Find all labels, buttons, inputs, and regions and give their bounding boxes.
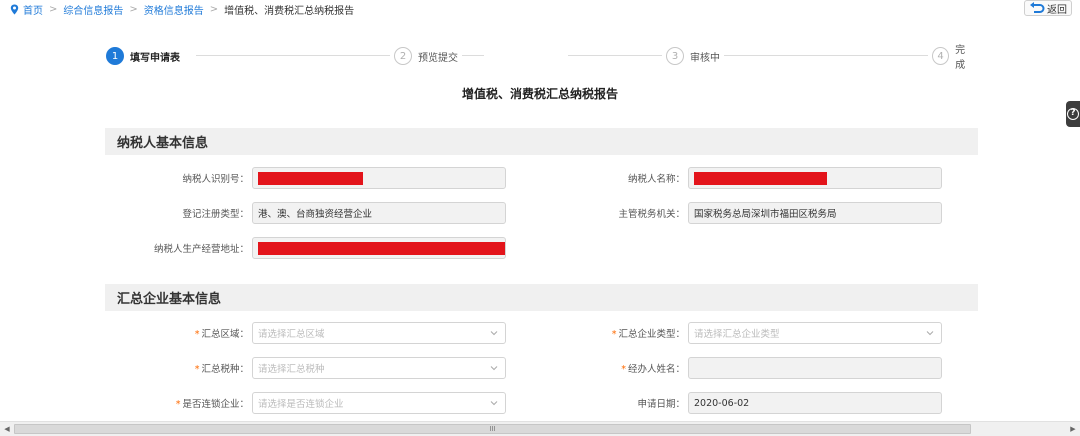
- apply-date-field: 申请日期： 2020-06-02: [560, 392, 942, 414]
- handler-name-input[interactable]: [688, 357, 942, 379]
- apply-date-label: 申请日期：: [637, 399, 685, 410]
- help-button[interactable]: ?: [1066, 101, 1080, 127]
- chevron-down-icon: [490, 401, 498, 406]
- required-mark: *: [621, 364, 626, 375]
- company-type-label: * 汇总企业类型：: [611, 329, 685, 340]
- chain-company-placeholder: 请选择是否连锁企业: [258, 399, 344, 410]
- chain-company-select[interactable]: 请选择是否连锁企业: [252, 392, 506, 414]
- taxpayer-name-field: 纳税人名称：: [560, 167, 942, 189]
- breadcrumb-separator: >: [209, 3, 219, 15]
- address-label: 纳税人生产经营地址：: [153, 244, 249, 255]
- help-icon: ?: [1067, 108, 1079, 120]
- back-button-label: 返回: [1047, 4, 1067, 16]
- reg-type-field: 登记注册类型： 港、澳、台商独资经营企业: [105, 202, 506, 224]
- form-title: 增值税、消费税汇总纳税报告: [461, 87, 618, 101]
- taxpayer-name-input[interactable]: [688, 167, 942, 189]
- step-label: 预览提交: [418, 52, 458, 64]
- step-number: 3: [666, 47, 684, 65]
- section-header-basic-info: 纳税人基本信息: [105, 128, 978, 155]
- redaction-bar: [258, 241, 505, 255]
- taxpayer-id-field: 纳税人识别号：: [105, 167, 506, 189]
- section-header-summary-info: 汇总企业基本信息: [105, 284, 978, 311]
- tax-authority-input[interactable]: 国家税务总局深圳市福田区税务局: [688, 202, 942, 224]
- reg-type-input[interactable]: 港、澳、台商独资经营企业: [252, 202, 506, 224]
- scroll-left-arrow-icon[interactable]: ◀: [0, 424, 14, 434]
- scroll-right-arrow-icon[interactable]: ▶: [1066, 424, 1080, 434]
- tax-type-label: * 汇总税种：: [194, 364, 249, 375]
- required-mark: *: [194, 329, 200, 340]
- step-label: 填写申请表: [130, 52, 180, 64]
- chevron-down-icon: [926, 331, 934, 336]
- horizontal-scrollbar[interactable]: ◀ III ▶: [0, 421, 1080, 436]
- step-label: 完成: [955, 45, 966, 71]
- step-complete: 4 完成: [928, 45, 978, 71]
- company-type-field: * 汇总企业类型： 请选择汇总企业类型: [560, 322, 942, 344]
- tax-authority-field: 主管税务机关： 国家税务总局深圳市福田区税务局: [560, 202, 942, 224]
- redaction-bar: [258, 171, 363, 185]
- tax-authority-label: 主管税务机关：: [618, 209, 685, 220]
- handler-name-field: * 经办人姓名：: [560, 357, 942, 379]
- scrollbar-thumb[interactable]: III: [14, 424, 971, 434]
- redaction-bar: [694, 171, 827, 185]
- taxpayer-name-label: 纳税人名称：: [627, 174, 685, 185]
- breadcrumb-comprehensive-report-link[interactable]: 综合信息报告: [63, 2, 123, 17]
- breadcrumb-current: 增值税、消费税汇总纳税报告: [224, 5, 355, 17]
- chain-company-field: * 是否连锁企业： 请选择是否连锁企业: [105, 392, 506, 414]
- breadcrumb-separator: >: [49, 3, 58, 15]
- step-preview-submit: 2 预览提交: [390, 46, 462, 66]
- required-mark: *: [194, 364, 200, 375]
- location-pin-icon: [10, 4, 19, 14]
- summary-region-field: * 汇总区域： 请选择汇总区域: [105, 322, 506, 344]
- back-button[interactable]: 返回: [1024, 0, 1072, 16]
- breadcrumb-bar: 首页 > 综合信息报告 > 资格信息报告 > 增值税、消费税汇总纳税报告 返回: [0, 0, 1080, 18]
- progress-stepper: 1 填写申请表 2 预览提交 3 审核中 4 完成: [106, 45, 978, 71]
- apply-date-input[interactable]: 2020-06-02: [688, 392, 942, 414]
- required-mark: *: [175, 399, 181, 410]
- breadcrumb-home-link[interactable]: 首页: [23, 2, 43, 17]
- summary-region-placeholder: 请选择汇总区域: [258, 329, 325, 340]
- step-connector: [726, 55, 930, 56]
- return-arrow-icon: [1030, 2, 1045, 13]
- taxpayer-id-label: 纳税人识别号：: [182, 174, 249, 185]
- chain-company-label: * 是否连锁企业：: [175, 399, 249, 410]
- summary-region-label: * 汇总区域：: [194, 329, 249, 340]
- address-input[interactable]: [252, 237, 506, 259]
- step-number: 4: [932, 47, 950, 65]
- handler-name-label: * 经办人姓名：: [621, 364, 685, 375]
- step-under-review: 3 审核中: [662, 46, 724, 66]
- reg-type-label: 登记注册类型：: [182, 209, 249, 220]
- chevron-down-icon: [490, 331, 498, 336]
- tax-type-select[interactable]: 请选择汇总税种: [252, 357, 506, 379]
- chevron-down-icon: [490, 366, 498, 371]
- taxpayer-id-input[interactable]: [252, 167, 506, 189]
- summary-region-select[interactable]: 请选择汇总区域: [252, 322, 506, 344]
- tax-type-placeholder: 请选择汇总税种: [258, 364, 325, 375]
- address-field: 纳税人生产经营地址：: [105, 237, 506, 259]
- tax-type-field: * 汇总税种： 请选择汇总税种: [105, 357, 506, 379]
- breadcrumb-qualification-report-link[interactable]: 资格信息报告: [144, 2, 204, 17]
- step-number: 2: [394, 47, 412, 65]
- company-type-placeholder: 请选择汇总企业类型: [694, 329, 780, 340]
- company-type-select[interactable]: 请选择汇总企业类型: [688, 322, 942, 344]
- breadcrumb: 首页 > 综合信息报告 > 资格信息报告 > 增值税、消费税汇总纳税报告: [10, 2, 354, 17]
- step-label: 审核中: [690, 52, 720, 64]
- step-number: 1: [106, 47, 124, 65]
- step-fill-form: 1 填写申请表: [106, 46, 180, 66]
- required-mark: *: [611, 329, 617, 340]
- breadcrumb-separator: >: [129, 3, 138, 15]
